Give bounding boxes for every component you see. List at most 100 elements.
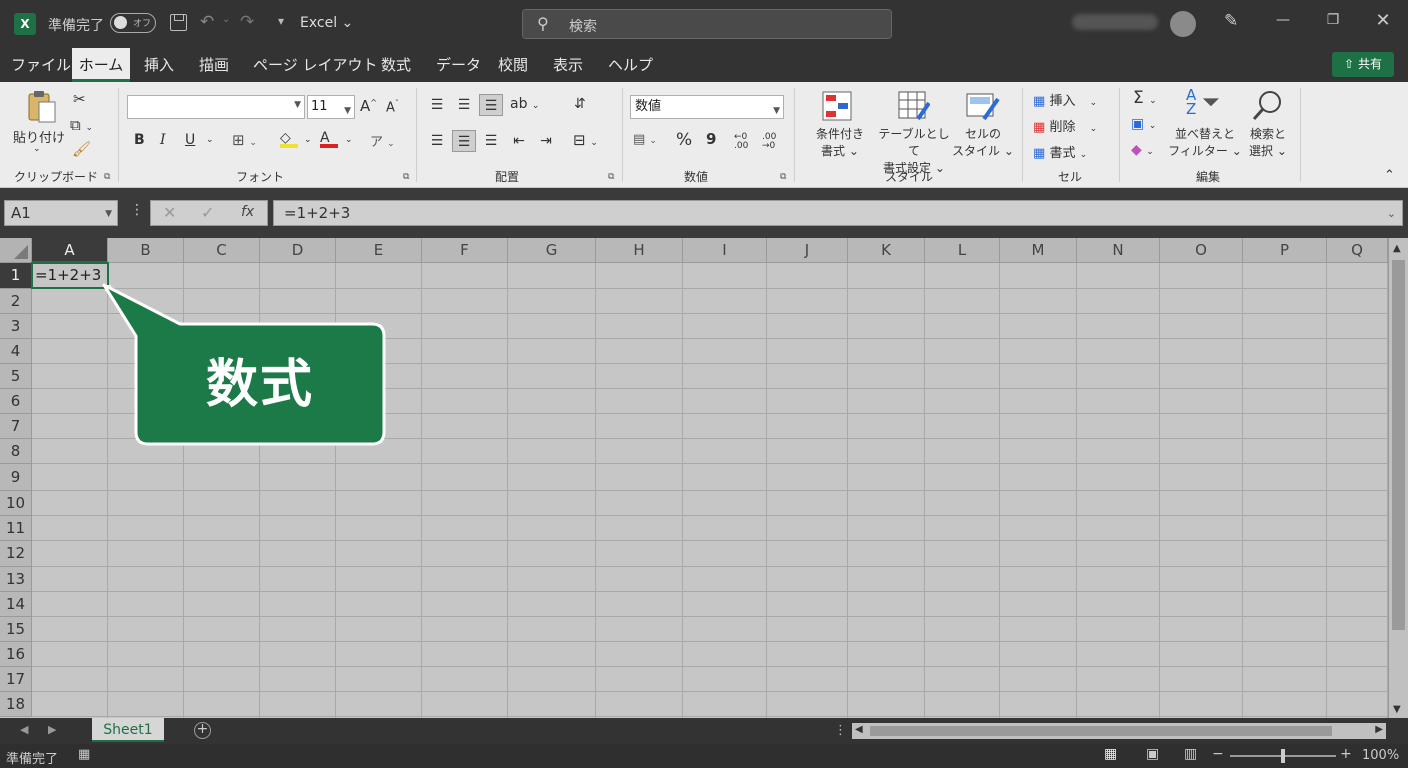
font-color-icon[interactable]: A — [320, 130, 338, 148]
scroll-right-icon[interactable]: ▶ — [1375, 724, 1383, 735]
redo-icon[interactable]: ↷ — [240, 12, 254, 32]
sort-filter-button[interactable]: 並べ替えと フィルター ⌄ — [1168, 126, 1242, 160]
tab-draw[interactable]: 描画 — [199, 54, 229, 75]
accessibility-icon[interactable]: ▦ — [78, 747, 90, 762]
increase-decimal-icon[interactable]: ←0.00 — [734, 133, 748, 151]
vertical-scrollbar[interactable]: ▲ ▼ — [1388, 238, 1408, 718]
fill-color-icon[interactable]: ◇ — [280, 130, 298, 148]
name-box[interactable]: A1 ▼ — [4, 200, 118, 226]
cancel-icon[interactable]: ✕ — [163, 203, 176, 222]
tab-file[interactable]: ファイル — [11, 54, 71, 75]
more-options-icon[interactable]: ⋮ — [130, 202, 144, 218]
font-name-dropdown[interactable]: ▼ — [127, 95, 305, 119]
align-left-icon[interactable]: ☰ — [425, 130, 449, 152]
format-painter-icon[interactable]: 🖌 — [72, 140, 91, 158]
decrease-indent-icon[interactable]: ⇤ — [507, 130, 531, 152]
tab-help[interactable]: ヘルプ — [608, 54, 653, 75]
phonetic-icon[interactable]: ア ⌄ — [370, 131, 395, 150]
font-launcher-icon[interactable]: ⧉ — [403, 172, 409, 182]
search-input[interactable]: ⚲ 検索 — [522, 9, 892, 39]
zoom-level[interactable]: 100% — [1362, 748, 1399, 763]
share-button[interactable]: ⇧ 共有 — [1332, 52, 1394, 77]
conditional-format-button[interactable]: 条件付き 書式 ⌄ — [806, 126, 874, 160]
align-bottom-icon[interactable]: ☰ — [479, 94, 503, 116]
bold-button[interactable]: B — [134, 132, 145, 148]
tab-view[interactable]: 表示 — [553, 54, 583, 75]
underline-dropdown-icon[interactable]: ⌄ — [206, 135, 214, 145]
undo-icon[interactable]: ↶ — [200, 12, 214, 32]
underline-button[interactable]: U — [185, 132, 195, 148]
horizontal-scrollbar[interactable]: ◀ ▶ — [852, 723, 1386, 739]
minimize-button[interactable]: — — [1272, 12, 1294, 34]
tab-split-handle-icon[interactable]: ⋮ — [834, 723, 847, 738]
merge-center-icon[interactable]: ⊟ ⌄ — [573, 131, 598, 149]
page-break-view-icon[interactable]: ▥ — [1184, 746, 1197, 762]
cell-styles-icon[interactable] — [966, 91, 1000, 121]
percent-button[interactable]: % — [676, 130, 692, 150]
increase-indent-icon[interactable]: ⇥ — [534, 130, 558, 152]
zoom-out-icon[interactable]: − — [1212, 746, 1224, 762]
tab-formulas[interactable]: 数式 — [381, 54, 411, 75]
clear-icon[interactable]: ◆ ⌄ — [1131, 142, 1154, 158]
sheet-tab[interactable]: Sheet1 — [92, 718, 164, 742]
insert-function-icon[interactable]: fx — [241, 204, 254, 220]
number-format-dropdown[interactable]: 数値 ▼ — [630, 95, 784, 119]
expand-formula-icon[interactable]: ⌄ — [1387, 202, 1396, 226]
align-top-icon[interactable]: ☰ — [425, 94, 449, 116]
font-color-dropdown-icon[interactable]: ⌄ — [345, 135, 353, 145]
format-as-table-icon[interactable] — [898, 91, 930, 121]
scroll-left-icon[interactable]: ◀ — [855, 724, 863, 735]
worksheet-grid[interactable]: ABCDEFGHIJKLMNOPQ 1 2 3 4 5 6 7 8 9 10 11 12 13 14 15 1… — [0, 238, 1408, 718]
sort-filter-icon[interactable]: AZ — [1186, 88, 1196, 117]
clipboard-launcher-icon[interactable]: ⧉ — [104, 172, 110, 182]
tab-data[interactable]: データ — [436, 54, 481, 75]
zoom-slider-knob[interactable] — [1281, 749, 1285, 763]
zoom-in-icon[interactable]: + — [1340, 746, 1352, 762]
normal-view-icon[interactable]: ▦ — [1104, 746, 1117, 762]
copy-icon[interactable]: ⧉ ⌄ — [70, 116, 93, 134]
number-launcher-icon[interactable]: ⧉ — [780, 172, 786, 182]
collapse-ribbon-icon[interactable]: ⌃ — [1384, 168, 1395, 183]
shrink-font-icon[interactable]: Aˇ — [386, 99, 399, 115]
autosave-toggle[interactable]: オフ — [110, 13, 156, 33]
tab-home[interactable]: ホーム — [72, 48, 130, 82]
paste-dropdown-icon[interactable]: ⌄ — [33, 144, 41, 154]
prev-sheet-icon[interactable]: ◀ — [20, 723, 28, 736]
restore-button[interactable]: ❐ — [1322, 12, 1344, 34]
scroll-down-icon[interactable]: ▼ — [1393, 704, 1401, 715]
check-icon[interactable]: ✓ — [201, 203, 214, 222]
tab-page-layout[interactable]: ページ レイアウト — [253, 54, 377, 75]
app-title[interactable]: Excel ⌄ — [300, 15, 353, 31]
tab-insert[interactable]: 挿入 — [144, 54, 174, 75]
orientation-icon[interactable]: ab ⌄ — [510, 96, 539, 112]
currency-icon[interactable]: ▤ ⌄ — [633, 132, 657, 147]
format-cells-button[interactable]: ▦ 書式 ⌄ — [1033, 142, 1087, 161]
grow-font-icon[interactable]: A^ — [360, 97, 377, 115]
scroll-thumb[interactable] — [1392, 260, 1405, 630]
autosum-button[interactable]: Σ ⌄ — [1133, 88, 1157, 108]
alignment-launcher-icon[interactable]: ⧉ — [608, 172, 614, 182]
conditional-format-icon[interactable] — [822, 91, 852, 121]
insert-cells-button[interactable]: ▦ 挿入 ⌄ — [1033, 90, 1097, 109]
cell-styles-button[interactable]: セルの スタイル ⌄ — [952, 126, 1014, 160]
align-right-icon[interactable]: ☰ — [479, 130, 503, 152]
cut-icon[interactable]: ✂ — [73, 90, 86, 108]
wrap-text-icon[interactable]: ⇵ — [574, 96, 586, 112]
borders-icon[interactable]: ⊞ ⌄ — [232, 131, 257, 149]
user-name[interactable] — [1072, 14, 1158, 30]
fill-color-dropdown-icon[interactable]: ⌄ — [304, 135, 312, 145]
align-middle-icon[interactable]: ☰ — [452, 94, 476, 116]
tab-review[interactable]: 校閲 — [498, 54, 528, 75]
magnifier-icon[interactable] — [1252, 89, 1284, 121]
fill-icon[interactable]: ▣ ⌄ — [1131, 116, 1156, 132]
paste-icon[interactable] — [26, 90, 58, 124]
add-sheet-button[interactable]: + — [194, 722, 211, 739]
delete-cells-button[interactable]: ▦ 削除 ⌄ — [1033, 116, 1097, 135]
customize-qat-icon[interactable]: ▾ — [278, 14, 284, 28]
find-select-button[interactable]: 検索と 選択 ⌄ — [1244, 126, 1292, 160]
font-size-dropdown[interactable]: 11 ▼ — [307, 95, 355, 119]
formula-input[interactable]: =1+2+3 ⌄ — [273, 200, 1403, 226]
scroll-up-icon[interactable]: ▲ — [1393, 243, 1401, 254]
page-layout-view-icon[interactable]: ▣ — [1146, 746, 1159, 762]
undo-dropdown-icon[interactable]: ⌄ — [222, 14, 230, 25]
